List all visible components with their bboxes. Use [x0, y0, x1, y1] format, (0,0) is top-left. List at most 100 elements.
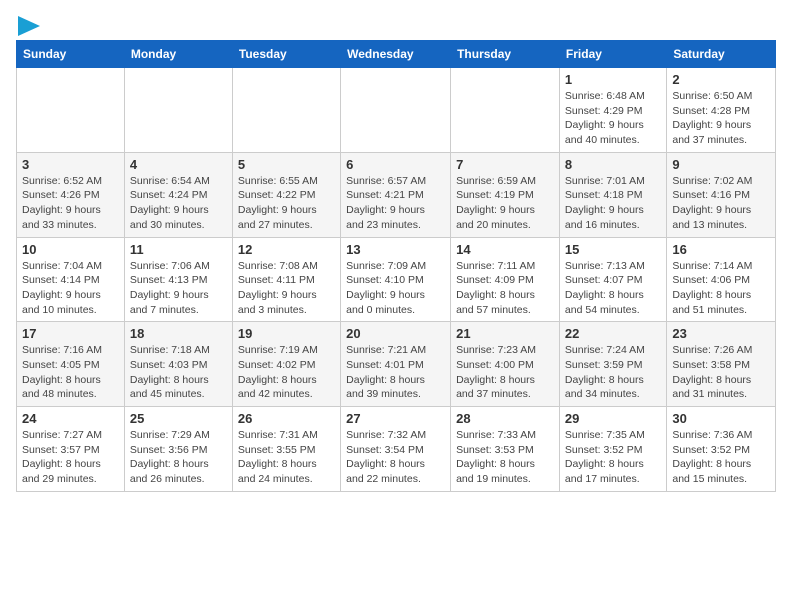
- calendar-cell: 2 Sunrise: 6:50 AM Sunset: 4:28 PM Daylig…: [667, 68, 776, 153]
- day-number: 17: [22, 326, 119, 341]
- day-number: 22: [565, 326, 661, 341]
- calendar-cell: 5 Sunrise: 6:55 AM Sunset: 4:22 PM Daylig…: [232, 152, 340, 237]
- day-number: 26: [238, 411, 335, 426]
- calendar-cell: 12 Sunrise: 7:08 AM Sunset: 4:11 PM Dayli…: [232, 237, 340, 322]
- calendar-cell: 26 Sunrise: 7:31 AM Sunset: 3:55 PM Dayli…: [232, 407, 340, 492]
- day-info: Sunrise: 7:26 AM Sunset: 3:58 PM Dayligh…: [672, 343, 770, 402]
- day-info: Sunrise: 7:33 AM Sunset: 3:53 PM Dayligh…: [456, 428, 554, 487]
- day-info: Sunrise: 7:04 AM Sunset: 4:14 PM Dayligh…: [22, 259, 119, 318]
- calendar-cell: 21 Sunrise: 7:23 AM Sunset: 4:00 PM Dayli…: [451, 322, 560, 407]
- day-number: 12: [238, 242, 335, 257]
- calendar-cell: 10 Sunrise: 7:04 AM Sunset: 4:14 PM Dayli…: [17, 237, 125, 322]
- day-number: 29: [565, 411, 661, 426]
- col-header-friday: Friday: [559, 41, 666, 68]
- calendar-cell: [17, 68, 125, 153]
- calendar-cell: [232, 68, 340, 153]
- col-header-saturday: Saturday: [667, 41, 776, 68]
- day-info: Sunrise: 7:23 AM Sunset: 4:00 PM Dayligh…: [456, 343, 554, 402]
- day-info: Sunrise: 6:55 AM Sunset: 4:22 PM Dayligh…: [238, 174, 335, 233]
- day-number: 28: [456, 411, 554, 426]
- calendar-cell: 3 Sunrise: 6:52 AM Sunset: 4:26 PM Daylig…: [17, 152, 125, 237]
- day-info: Sunrise: 7:36 AM Sunset: 3:52 PM Dayligh…: [672, 428, 770, 487]
- calendar-cell: 25 Sunrise: 7:29 AM Sunset: 3:56 PM Dayli…: [124, 407, 232, 492]
- day-info: Sunrise: 7:29 AM Sunset: 3:56 PM Dayligh…: [130, 428, 227, 487]
- calendar-cell: 24 Sunrise: 7:27 AM Sunset: 3:57 PM Dayli…: [17, 407, 125, 492]
- day-info: Sunrise: 7:31 AM Sunset: 3:55 PM Dayligh…: [238, 428, 335, 487]
- calendar-cell: 13 Sunrise: 7:09 AM Sunset: 4:10 PM Dayli…: [341, 237, 451, 322]
- col-header-thursday: Thursday: [451, 41, 560, 68]
- calendar-cell: 19 Sunrise: 7:19 AM Sunset: 4:02 PM Dayli…: [232, 322, 340, 407]
- day-info: Sunrise: 6:57 AM Sunset: 4:21 PM Dayligh…: [346, 174, 445, 233]
- day-info: Sunrise: 7:08 AM Sunset: 4:11 PM Dayligh…: [238, 259, 335, 318]
- day-number: 16: [672, 242, 770, 257]
- calendar-cell: 16Sunrise: 7:14 AM Sunset: 4:06 PM Dayli…: [667, 237, 776, 322]
- col-header-sunday: Sunday: [17, 41, 125, 68]
- day-info: Sunrise: 6:59 AM Sunset: 4:19 PM Dayligh…: [456, 174, 554, 233]
- day-info: Sunrise: 7:09 AM Sunset: 4:10 PM Dayligh…: [346, 259, 445, 318]
- day-info: Sunrise: 7:06 AM Sunset: 4:13 PM Dayligh…: [130, 259, 227, 318]
- day-info: Sunrise: 7:35 AM Sunset: 3:52 PM Dayligh…: [565, 428, 661, 487]
- calendar-cell: [124, 68, 232, 153]
- calendar-cell: 20 Sunrise: 7:21 AM Sunset: 4:01 PM Dayli…: [341, 322, 451, 407]
- col-header-tuesday: Tuesday: [232, 41, 340, 68]
- day-number: 7: [456, 157, 554, 172]
- calendar-cell: 4 Sunrise: 6:54 AM Sunset: 4:24 PM Daylig…: [124, 152, 232, 237]
- day-number: 2: [672, 72, 770, 87]
- calendar-cell: 6 Sunrise: 6:57 AM Sunset: 4:21 PM Daylig…: [341, 152, 451, 237]
- calendar-cell: 9Sunrise: 7:02 AM Sunset: 4:16 PM Daylig…: [667, 152, 776, 237]
- day-number: 3: [22, 157, 119, 172]
- day-info: Sunrise: 7:18 AM Sunset: 4:03 PM Dayligh…: [130, 343, 227, 402]
- calendar-cell: 29 Sunrise: 7:35 AM Sunset: 3:52 PM Dayli…: [559, 407, 666, 492]
- calendar-cell: 11 Sunrise: 7:06 AM Sunset: 4:13 PM Dayli…: [124, 237, 232, 322]
- logo-icon: [18, 16, 40, 36]
- day-number: 21: [456, 326, 554, 341]
- calendar-cell: 22Sunrise: 7:24 AM Sunset: 3:59 PM Dayli…: [559, 322, 666, 407]
- calendar-cell: 18 Sunrise: 7:18 AM Sunset: 4:03 PM Dayli…: [124, 322, 232, 407]
- calendar-cell: 30 Sunrise: 7:36 AM Sunset: 3:52 PM Dayli…: [667, 407, 776, 492]
- day-number: 15: [565, 242, 661, 257]
- calendar-cell: 23 Sunrise: 7:26 AM Sunset: 3:58 PM Dayli…: [667, 322, 776, 407]
- day-number: 20: [346, 326, 445, 341]
- day-number: 27: [346, 411, 445, 426]
- day-info: Sunrise: 7:27 AM Sunset: 3:57 PM Dayligh…: [22, 428, 119, 487]
- day-info: Sunrise: 6:50 AM Sunset: 4:28 PM Dayligh…: [672, 89, 770, 148]
- calendar-cell: 17 Sunrise: 7:16 AM Sunset: 4:05 PM Dayli…: [17, 322, 125, 407]
- day-info: Sunrise: 6:52 AM Sunset: 4:26 PM Dayligh…: [22, 174, 119, 233]
- day-info: Sunrise: 6:48 AM Sunset: 4:29 PM Dayligh…: [565, 89, 661, 148]
- day-number: 13: [346, 242, 445, 257]
- calendar-cell: 8 Sunrise: 7:01 AM Sunset: 4:18 PM Daylig…: [559, 152, 666, 237]
- calendar-table: SundayMondayTuesdayWednesdayThursdayFrid…: [16, 40, 776, 492]
- day-number: 30: [672, 411, 770, 426]
- day-number: 23: [672, 326, 770, 341]
- calendar-cell: [341, 68, 451, 153]
- calendar-cell: 7 Sunrise: 6:59 AM Sunset: 4:19 PM Daylig…: [451, 152, 560, 237]
- calendar-cell: [451, 68, 560, 153]
- calendar-cell: 14 Sunrise: 7:11 AM Sunset: 4:09 PM Dayli…: [451, 237, 560, 322]
- day-number: 4: [130, 157, 227, 172]
- day-info: Sunrise: 7:16 AM Sunset: 4:05 PM Dayligh…: [22, 343, 119, 402]
- page-header: [16, 16, 776, 32]
- day-number: 11: [130, 242, 227, 257]
- day-info: Sunrise: 7:21 AM Sunset: 4:01 PM Dayligh…: [346, 343, 445, 402]
- day-number: 18: [130, 326, 227, 341]
- day-info: Sunrise: 7:19 AM Sunset: 4:02 PM Dayligh…: [238, 343, 335, 402]
- day-number: 6: [346, 157, 445, 172]
- day-number: 14: [456, 242, 554, 257]
- day-number: 1: [565, 72, 661, 87]
- day-info: Sunrise: 7:11 AM Sunset: 4:09 PM Dayligh…: [456, 259, 554, 318]
- day-number: 10: [22, 242, 119, 257]
- day-number: 24: [22, 411, 119, 426]
- day-number: 19: [238, 326, 335, 341]
- calendar-cell: 28 Sunrise: 7:33 AM Sunset: 3:53 PM Dayli…: [451, 407, 560, 492]
- calendar-cell: 15 Sunrise: 7:13 AM Sunset: 4:07 PM Dayli…: [559, 237, 666, 322]
- day-number: 25: [130, 411, 227, 426]
- day-number: 8: [565, 157, 661, 172]
- day-number: 5: [238, 157, 335, 172]
- day-info: Sunrise: 6:54 AM Sunset: 4:24 PM Dayligh…: [130, 174, 227, 233]
- col-header-wednesday: Wednesday: [341, 41, 451, 68]
- day-info: Sunrise: 7:13 AM Sunset: 4:07 PM Dayligh…: [565, 259, 661, 318]
- logo: [16, 16, 44, 32]
- day-number: 9: [672, 157, 770, 172]
- day-info: Sunrise: 7:01 AM Sunset: 4:18 PM Dayligh…: [565, 174, 661, 233]
- col-header-monday: Monday: [124, 41, 232, 68]
